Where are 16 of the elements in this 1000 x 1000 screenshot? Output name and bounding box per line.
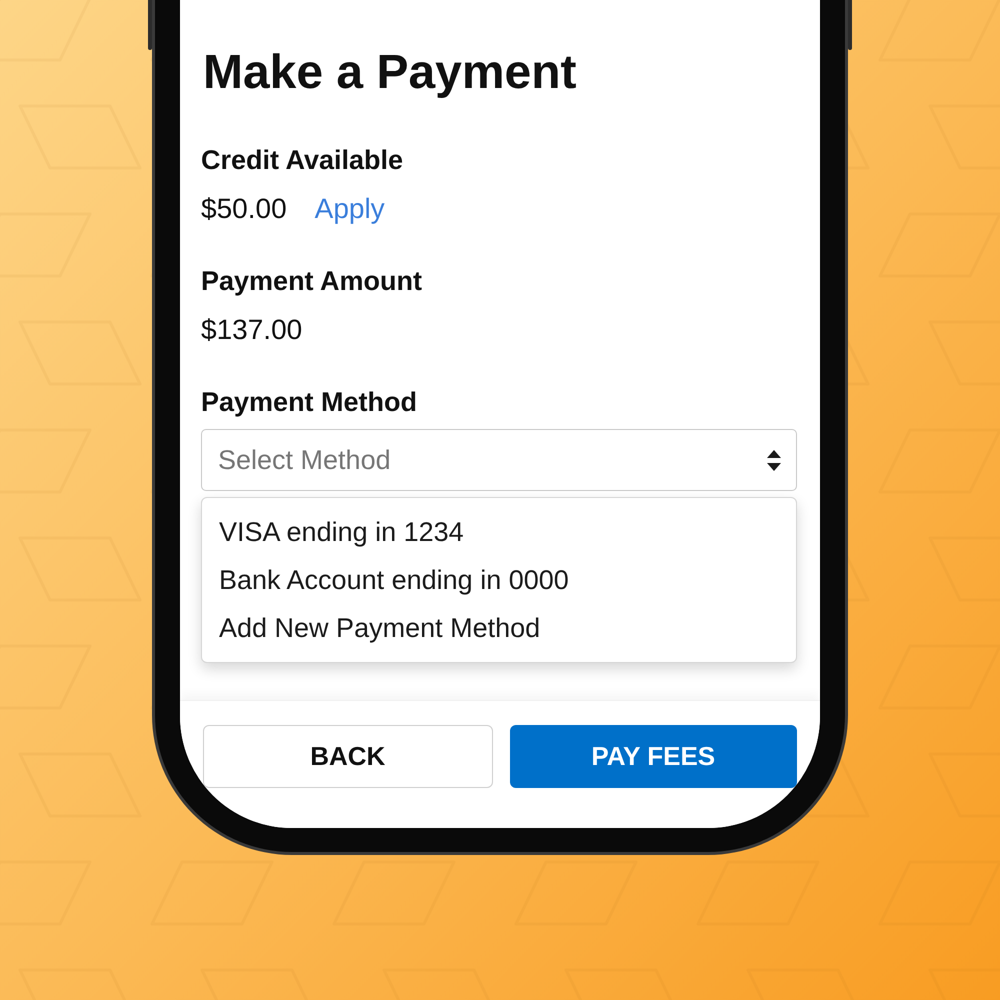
dropdown-option[interactable]: Bank Account ending in 0000 bbox=[202, 556, 796, 604]
amount-value: $50.00 bbox=[201, 192, 287, 226]
section-label: Payment Method bbox=[201, 386, 418, 419]
up-down-caret-icon bbox=[767, 450, 781, 470]
method-select[interactable]: Select Method bbox=[201, 429, 797, 491]
side-key-drawing bbox=[848, 0, 852, 50]
dropdown-option[interactable]: VISA ending in 1234 bbox=[202, 508, 796, 556]
dropdown-option[interactable]: Add New Payment Method bbox=[202, 604, 796, 652]
apply-link[interactable]: Apply bbox=[314, 192, 385, 226]
page-title: Make a Payment bbox=[203, 45, 578, 101]
amount-value: $137.00 bbox=[201, 313, 302, 347]
back-button[interactable]: BACK bbox=[203, 725, 492, 788]
side-key-drawing bbox=[148, 0, 152, 50]
section-label: Credit Available bbox=[201, 144, 404, 177]
section-label: Payment Amount bbox=[201, 265, 424, 298]
pay-fees-button[interactable]: PAY FEES bbox=[510, 725, 797, 788]
